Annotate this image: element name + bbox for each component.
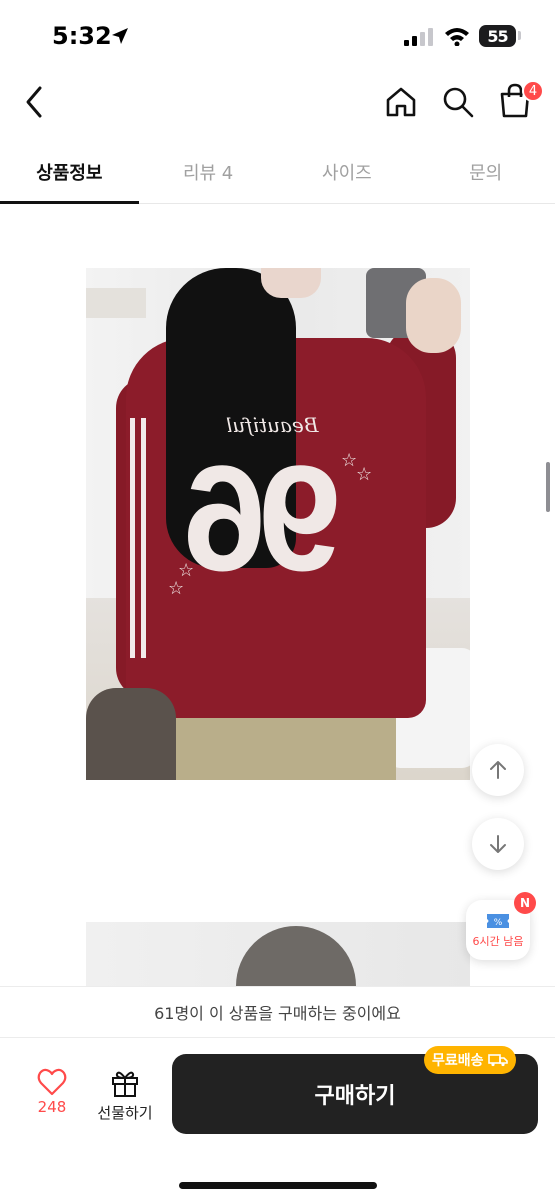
sweater-number: 96 (190, 434, 342, 602)
like-count: 248 (37, 1098, 67, 1116)
tab-product-info[interactable]: 상품정보 (0, 140, 139, 204)
photo-sleeve-stripe (130, 418, 135, 658)
battery-indicator: 55 (479, 25, 516, 47)
free-shipping-label: 무료배송 (432, 1053, 484, 1069)
tab-reviews[interactable]: 리뷰 4 (139, 140, 278, 203)
scroll-up-button[interactable] (472, 744, 524, 796)
gift-button[interactable]: 선물하기 (92, 1068, 158, 1128)
star-icon: ☆ (178, 560, 195, 581)
buyers-count-notice: 61명이 이 상품을 구매하는 중이에요 (0, 986, 555, 1038)
home-indicator (179, 1182, 377, 1189)
bottom-action-bar: 248 선물하기 구매하기 무료배송 (0, 1038, 555, 1200)
status-bar: 5:32 55 (0, 0, 555, 72)
cart-count-badge: 4 (522, 80, 544, 102)
star-icon: ☆ (168, 578, 185, 599)
gift-label: 선물하기 (97, 1104, 153, 1122)
scrollbar[interactable] (546, 462, 550, 512)
photo-sleeve-stripe (141, 418, 146, 658)
photo-cap (236, 926, 356, 992)
back-icon[interactable] (20, 84, 52, 120)
location-arrow-icon (112, 28, 128, 44)
product-image-2 (86, 922, 470, 992)
product-image: Beautiful 96 ☆ ☆ ☆ ☆ (86, 268, 470, 780)
product-detail-screen: 5:32 55 4 상품정보 리뷰 4 사이즈 문의 Beautiful 96 … (0, 0, 555, 1200)
delivery-truck-icon (487, 1054, 508, 1067)
star-icon: ☆ (356, 464, 373, 485)
arrow-up-icon (490, 761, 506, 779)
arrow-down-icon (490, 835, 506, 853)
battery-tip (518, 31, 521, 40)
photo-handbag (86, 688, 176, 780)
scroll-down-button[interactable] (472, 818, 524, 870)
header-nav: 4 (0, 72, 555, 136)
status-time: 5:32 (52, 22, 112, 50)
free-shipping-badge: 무료배송 (424, 1046, 516, 1074)
cellular-signal-icon (404, 28, 433, 46)
search-icon[interactable] (440, 84, 476, 120)
tab-inquiry[interactable]: 문의 (416, 140, 555, 203)
heart-icon (37, 1068, 67, 1096)
svg-text:%: % (494, 918, 503, 928)
photo-face (261, 268, 321, 298)
gift-icon (112, 1071, 138, 1097)
coupon-timer: 6시간 남음 (472, 934, 524, 948)
like-button[interactable]: 248 (22, 1068, 82, 1128)
home-icon[interactable] (383, 84, 419, 120)
new-badge: N (514, 892, 536, 914)
photo-shelf (86, 288, 146, 318)
star-icon: ☆ (341, 450, 358, 471)
product-tabs: 상품정보 리뷰 4 사이즈 문의 (0, 140, 555, 204)
wifi-icon (445, 28, 469, 46)
tab-size[interactable]: 사이즈 (278, 140, 417, 203)
coupon-icon: % (487, 913, 509, 928)
photo-hand (406, 278, 461, 353)
